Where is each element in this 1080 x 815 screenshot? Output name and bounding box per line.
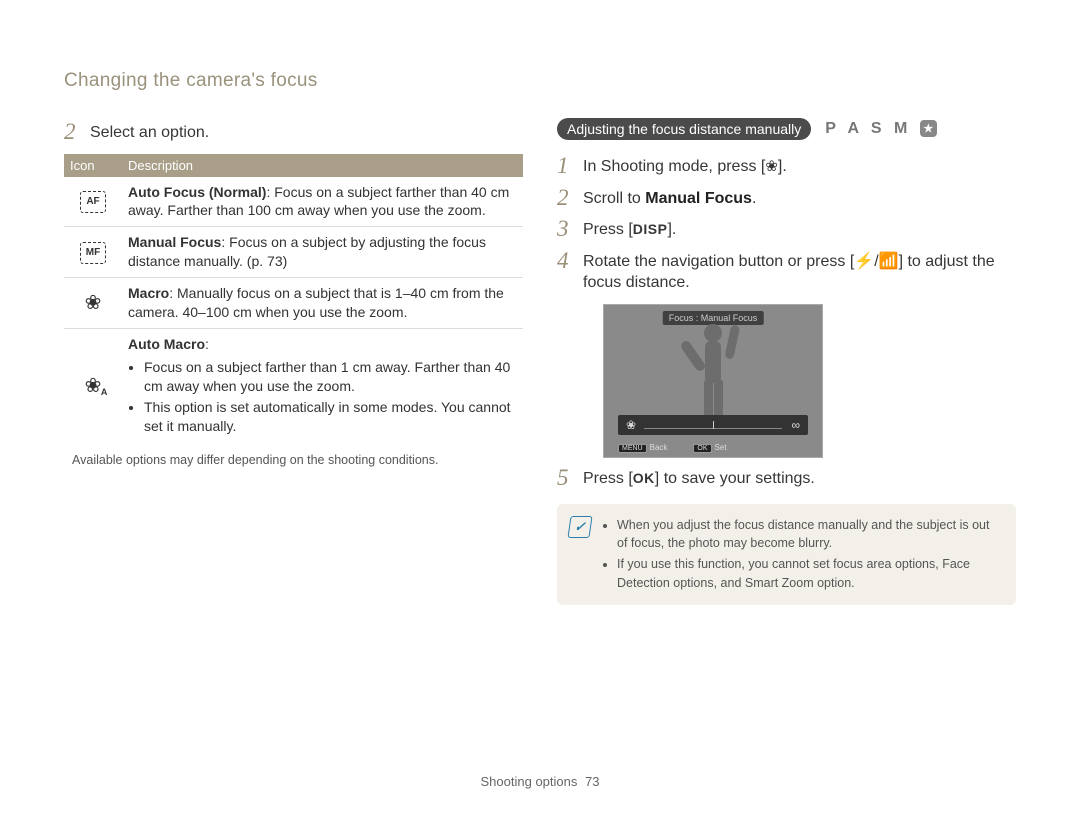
table-header-row: Icon Description (64, 154, 523, 177)
step-number: 2 (557, 186, 583, 209)
page-footer: Shooting options 73 (0, 774, 1080, 789)
table-row: ❀ Macro: Manually focus on a subject tha… (64, 278, 523, 329)
mf-icon: MF (80, 242, 106, 264)
list-item: If you use this function, you cannot set… (617, 555, 1002, 593)
table-row: MF Manual Focus: Focus on a subject by a… (64, 227, 523, 278)
flash-icon: ⚡ (854, 253, 874, 270)
row-description: Macro: Manually focus on a subject that … (122, 278, 523, 329)
left-column: 2 Select an option. Icon Description AF … (64, 116, 523, 605)
custom-mode-icon: ★ (920, 120, 937, 137)
mode-indicators: P A S M ★ (825, 120, 937, 138)
auto-macro-icon: ❀ (85, 375, 102, 397)
subheading-row: Adjusting the focus distance manually P … (557, 118, 1016, 140)
manual-page: Changing the camera's focus 2 Select an … (0, 0, 1080, 815)
step-5: 5 Press [OK] to save your settings. (557, 468, 1016, 490)
camera-screen-preview: Focus : Manual Focus ❀ (603, 304, 823, 458)
step-3: 3 Press [DISP]. (557, 219, 1016, 241)
focus-options-table: Icon Description AF Auto Focus (Normal):… (64, 154, 523, 444)
step-number: 5 (557, 466, 583, 489)
step-text: Scroll to Manual Focus. (583, 188, 1016, 210)
list-item: Focus on a subject farther than 1 cm awa… (144, 358, 517, 396)
person-silhouette-icon (678, 321, 748, 421)
infinity-end-icon: ∞ (791, 418, 800, 432)
page-number: 73 (585, 774, 599, 789)
table-row: ❀ A Auto Macro: Focus on a subject farth… (64, 328, 523, 443)
section-title: Changing the camera's focus (64, 70, 1016, 92)
ok-key-icon: OK (693, 444, 711, 453)
step-text: Rotate the navigation button or press [⚡… (583, 251, 1016, 294)
macro-button-icon: ❀ (765, 158, 778, 175)
step-text: Select an option. (90, 122, 523, 144)
macro-end-icon: ❀ (626, 418, 636, 432)
step-number: 2 (64, 120, 90, 143)
table-row: AF Auto Focus (Normal): Focus on a subje… (64, 177, 523, 227)
step-4: 4 Rotate the navigation button or press … (557, 251, 1016, 294)
row-description: Manual Focus: Focus on a subject by adju… (122, 227, 523, 278)
col-header-description: Description (122, 154, 523, 177)
step-2: 2 Scroll to Manual Focus. (557, 188, 1016, 210)
ok-key-icon: OK (633, 469, 655, 488)
macro-icon: ❀ (85, 292, 102, 314)
row-description: Auto Focus (Normal): Focus on a subject … (122, 177, 523, 227)
step-text: In Shooting mode, press [❀]. (583, 156, 1016, 178)
menu-key-icon: MENU (618, 444, 647, 453)
conditions-note: Available options may differ depending o… (72, 453, 523, 467)
step-number: 1 (557, 154, 583, 177)
focus-distance-slider: ❀ ∞ (618, 415, 808, 435)
subheading-pill: Adjusting the focus distance manually (557, 118, 811, 140)
list-item: This option is set automatically in some… (144, 398, 517, 436)
info-note-box: ✓ When you adjust the focus distance man… (557, 504, 1016, 605)
step-text: Press [DISP]. (583, 219, 1016, 241)
row-description: Auto Macro: Focus on a subject farther t… (122, 328, 523, 443)
step-text: Press [OK] to save your settings. (583, 468, 1016, 490)
step-number: 4 (557, 249, 583, 272)
screen-footer: MENUBack OKSet (618, 443, 808, 453)
disp-key-icon: DISP (633, 220, 668, 239)
wifi-icon: 📶 (879, 253, 899, 270)
step-number: 3 (557, 217, 583, 240)
col-header-icon: Icon (64, 154, 122, 177)
list-item: When you adjust the focus distance manua… (617, 516, 1002, 554)
right-column: Adjusting the focus distance manually P … (557, 116, 1016, 605)
step-select-option: 2 Select an option. (64, 122, 523, 144)
step-1: 1 In Shooting mode, press [❀]. (557, 156, 1016, 178)
info-icon: ✓ (567, 516, 592, 538)
two-column-layout: 2 Select an option. Icon Description AF … (64, 116, 1016, 605)
af-icon: AF (80, 191, 106, 213)
